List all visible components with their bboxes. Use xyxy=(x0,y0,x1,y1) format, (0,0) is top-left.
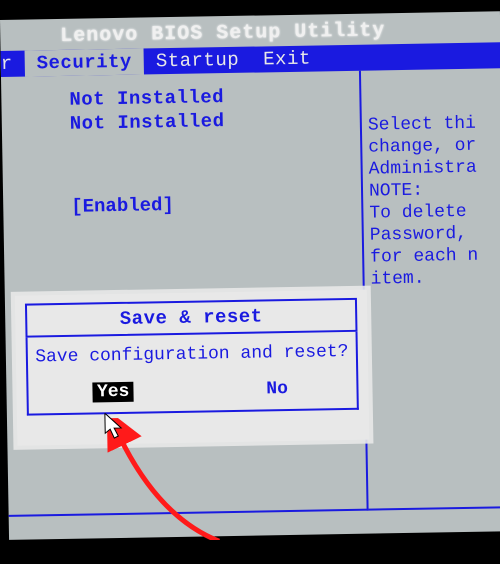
help-line: NOTE: xyxy=(369,178,497,202)
yes-button[interactable]: Yes xyxy=(93,382,134,403)
status-line-2: Not Installed xyxy=(20,107,342,137)
help-panel: Select thi change, or Administra NOTE: T… xyxy=(361,68,500,510)
help-line: Password, xyxy=(370,222,498,246)
help-line: Select thi xyxy=(368,112,496,136)
no-button[interactable]: No xyxy=(262,379,292,400)
mouse-cursor-icon xyxy=(104,413,126,441)
dialog-body: Save configuration and reset? Yes No xyxy=(26,332,359,416)
help-line: for each n xyxy=(370,244,498,268)
dialog-buttons: Yes No xyxy=(28,378,356,404)
dialog-title: Save & reset xyxy=(25,298,358,338)
bios-screen: Lenovo BIOS Setup Utility r Security Sta… xyxy=(0,11,500,540)
help-line: change, or xyxy=(368,134,496,158)
dialog-message: Save configuration and reset? xyxy=(28,342,356,368)
save-reset-dialog: Save & reset Save configuration and rese… xyxy=(15,290,370,446)
menu-tab-security[interactable]: Security xyxy=(24,48,144,76)
help-line: To delete xyxy=(369,200,497,224)
help-line: item. xyxy=(370,266,498,290)
menu-tab-partial[interactable]: r xyxy=(1,51,25,77)
enabled-value[interactable]: [Enabled] xyxy=(21,191,343,219)
menu-tab-startup[interactable]: Startup xyxy=(144,47,252,75)
bezel xyxy=(0,540,500,564)
menu-tab-exit[interactable]: Exit xyxy=(251,45,323,72)
help-line: Administra xyxy=(368,156,496,180)
